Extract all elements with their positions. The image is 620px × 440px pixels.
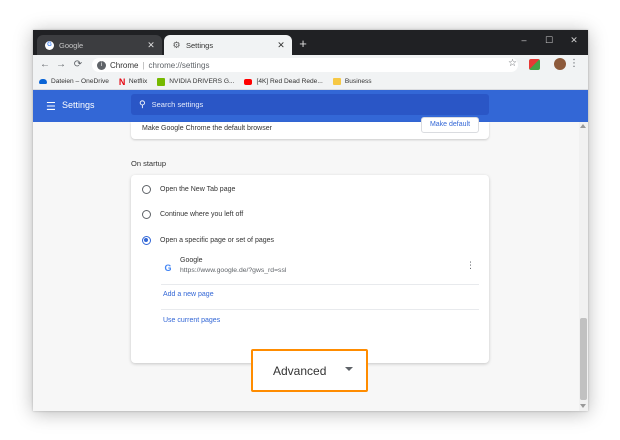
radio-option-specific-pages[interactable]: Open a specific page or set of pages xyxy=(131,230,489,250)
separator: | xyxy=(142,60,145,70)
search-placeholder: Search settings xyxy=(151,100,204,109)
avatar[interactable] xyxy=(554,58,566,70)
minimize-icon[interactable]: – xyxy=(516,35,532,45)
site-info-icon[interactable]: i xyxy=(97,60,106,70)
bookmark-onedrive[interactable]: Dateien – OneDrive xyxy=(39,78,109,85)
browser-window: G Google ✕ ⚙ Settings ✕ + – ☐ ✕ ← → ⟳ i … xyxy=(33,30,588,411)
scrollbar[interactable] xyxy=(579,122,588,411)
google-g-icon: G xyxy=(45,40,54,50)
divider xyxy=(161,309,479,310)
maximize-icon[interactable]: ☐ xyxy=(541,35,557,46)
scroll-up-icon[interactable] xyxy=(580,124,586,128)
radio-button[interactable] xyxy=(142,184,151,194)
url-text: chrome://settings xyxy=(148,60,210,70)
radio-option-new-tab[interactable]: Open the New Tab page xyxy=(131,179,489,199)
forward-arrow-icon[interactable]: → xyxy=(55,58,67,71)
search-icon: ⚲ xyxy=(139,99,146,109)
use-current-pages-link[interactable]: Use current pages xyxy=(163,317,220,324)
bookmark-nvidia[interactable]: NVIDIA DRIVERS G... xyxy=(157,77,235,86)
radio-label: Continue where you left off xyxy=(160,210,244,218)
reload-icon[interactable]: ⟳ xyxy=(72,58,84,71)
tab-title: Settings xyxy=(186,40,214,50)
make-default-button[interactable]: Make default xyxy=(421,117,479,133)
bookmark-star-icon[interactable]: ☆ xyxy=(508,58,517,69)
bookmark-label: Netflix xyxy=(128,78,148,85)
default-browser-text: Make Google Chrome the default browser xyxy=(142,125,272,132)
settings-content: Make Google Chrome the default browser M… xyxy=(33,117,588,411)
advanced-button[interactable]: Advanced xyxy=(251,349,368,392)
gear-icon: ⚙ xyxy=(172,39,181,50)
page-title: Settings xyxy=(62,100,95,110)
address-bar[interactable]: i Chrome | chrome://settings xyxy=(92,58,518,72)
tab-strip: G Google ✕ ⚙ Settings ✕ + – ☐ ✕ xyxy=(33,30,588,55)
divider xyxy=(161,284,479,285)
bookmark-label: NVIDIA DRIVERS G... xyxy=(169,78,235,85)
bookmark-label: [4K] Red Dead Rede... xyxy=(256,78,323,85)
more-menu-icon[interactable]: ⋮ xyxy=(569,58,579,69)
bookmarks-bar: Dateien – OneDrive N Netflix NVIDIA DRIV… xyxy=(33,74,588,90)
new-tab-button[interactable]: + xyxy=(296,36,310,51)
radio-option-continue[interactable]: Continue where you left off xyxy=(131,204,489,224)
section-title: On startup xyxy=(131,159,167,168)
tab-google[interactable]: G Google ✕ xyxy=(37,35,162,55)
page-name: Google xyxy=(180,257,203,264)
toolbar: ← → ⟳ i Chrome | chrome://settings ☆ ⋮ xyxy=(33,55,588,74)
radio-button[interactable] xyxy=(142,209,151,219)
bookmark-label: Business xyxy=(344,78,372,85)
netflix-icon: N xyxy=(118,76,126,87)
hamburger-menu-icon[interactable]: ☰ xyxy=(46,100,56,113)
radio-label: Open a specific page or set of pages xyxy=(160,236,275,244)
on-startup-card: Open the New Tab page Continue where you… xyxy=(131,175,489,363)
site-label: Chrome xyxy=(110,60,139,70)
radio-label: Open the New Tab page xyxy=(160,185,236,193)
default-browser-card: Make Google Chrome the default browser M… xyxy=(131,117,489,139)
close-window-icon[interactable]: ✕ xyxy=(566,35,582,46)
folder-icon xyxy=(332,78,341,85)
radio-button-selected[interactable] xyxy=(142,235,151,245)
tab-settings[interactable]: ⚙ Settings ✕ xyxy=(164,35,292,55)
chevron-down-icon xyxy=(345,367,353,371)
extension-icon[interactable] xyxy=(529,59,540,70)
back-arrow-icon[interactable]: ← xyxy=(39,58,51,71)
search-input[interactable]: ⚲ Search settings xyxy=(131,94,489,115)
bookmark-youtube[interactable]: [4K] Red Dead Rede... xyxy=(244,78,323,85)
close-tab-icon[interactable]: ✕ xyxy=(144,40,158,51)
more-actions-icon[interactable]: ⋮ xyxy=(466,260,475,271)
scroll-down-icon[interactable] xyxy=(580,404,586,408)
page-url: https://www.google.de/?gws_rd=ssl xyxy=(180,267,287,274)
onedrive-icon xyxy=(39,79,47,84)
tab-title: Google xyxy=(59,40,84,50)
bookmark-label: Dateien – OneDrive xyxy=(51,78,109,85)
google-g-icon: G xyxy=(164,263,172,273)
settings-header: ☰ Settings ⚲ Search settings xyxy=(33,90,588,122)
bookmark-netflix[interactable]: N Netflix xyxy=(118,76,148,87)
scroll-thumb[interactable] xyxy=(580,318,587,400)
nvidia-icon xyxy=(157,77,166,86)
youtube-icon xyxy=(244,78,253,85)
startup-page-entry: G Google https://www.google.de/?gws_rd=s… xyxy=(161,257,479,283)
add-page-link[interactable]: Add a new page xyxy=(163,291,214,298)
advanced-label: Advanced xyxy=(273,363,327,378)
close-tab-icon[interactable]: ✕ xyxy=(274,40,288,51)
bookmark-business[interactable]: Business xyxy=(332,78,372,85)
